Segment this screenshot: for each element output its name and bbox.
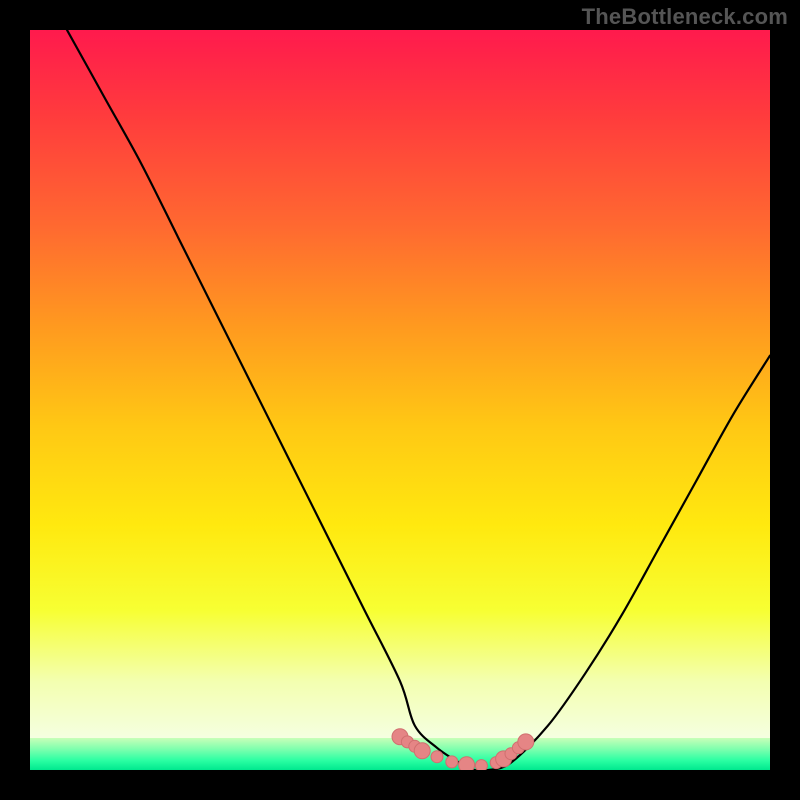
watermark-text: TheBottleneck.com <box>582 4 788 30</box>
bottleneck-curve <box>67 30 770 770</box>
chart-frame: TheBottleneck.com <box>0 0 800 800</box>
highlight-dot <box>414 743 430 759</box>
highlight-dot <box>431 751 443 763</box>
curve-svg <box>30 30 770 770</box>
highlight-markers <box>392 729 534 770</box>
highlight-dot <box>475 760 487 770</box>
plot-area <box>30 30 770 770</box>
highlight-dot <box>446 756 458 768</box>
highlight-dot <box>518 734 534 750</box>
highlight-dot <box>459 757 475 770</box>
